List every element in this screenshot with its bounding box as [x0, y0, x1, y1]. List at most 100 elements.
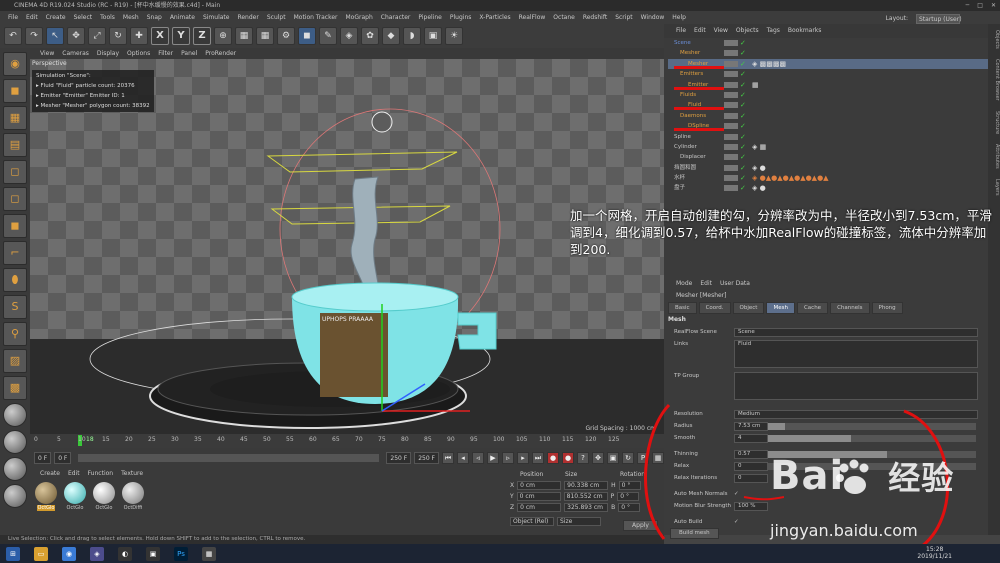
position-x-field[interactable]: 0 cm — [517, 481, 562, 490]
deformer-icon[interactable]: ◆ — [382, 27, 400, 45]
render-view-icon[interactable]: ▦ — [235, 27, 253, 45]
perspective-viewport[interactable]: UPHOPS PRAAAA Perspective Simulation "Sc… — [30, 59, 664, 434]
tp-group-field[interactable] — [734, 372, 978, 400]
position-z-field[interactable]: 0 cm — [517, 503, 562, 512]
object-row[interactable]: Emitters ✓ — [668, 69, 988, 79]
menu-simulate[interactable]: Simulate — [199, 11, 234, 24]
side-tab-layers[interactable]: Layers — [988, 179, 1000, 196]
sphere-icon[interactable] — [3, 403, 27, 427]
env-sphere-icon[interactable] — [3, 484, 27, 508]
size-mode-dropdown[interactable]: Size — [557, 517, 601, 526]
record-icon[interactable]: ● — [547, 452, 559, 464]
menu-mesh[interactable]: Mesh — [119, 11, 143, 24]
material-item[interactable]: OctDiffi — [121, 482, 145, 511]
mat-menu-texture[interactable]: Texture — [121, 470, 143, 477]
menu-file[interactable]: File — [4, 11, 22, 24]
om-menu-tags[interactable]: Tags — [767, 24, 780, 38]
position-y-field[interactable]: 0 cm — [516, 492, 561, 501]
om-menu-bookmarks[interactable]: Bookmarks — [788, 24, 822, 38]
next-key-icon[interactable]: ▸ — [517, 452, 529, 464]
scene-icon[interactable]: ◗ — [403, 27, 421, 45]
material-sphere-icon[interactable] — [3, 430, 27, 454]
play-icon[interactable]: ▶ — [487, 452, 499, 464]
object-row[interactable]: 挡圆和圆 ✓ ◈ ● — [668, 163, 988, 173]
menu-create[interactable]: Create — [42, 11, 70, 24]
cinema4d-icon[interactable]: ◐ — [118, 546, 132, 561]
material-item[interactable]: OctGlo — [92, 482, 116, 511]
start-frame-field[interactable]: 0 F — [34, 452, 52, 464]
mat-menu-create[interactable]: Create — [40, 470, 60, 477]
side-tab-structure[interactable]: Structure — [988, 111, 1000, 134]
texture-mode-icon[interactable]: ▦ — [3, 106, 27, 130]
next-frame-icon[interactable]: ▹ — [502, 452, 514, 464]
size-y-field[interactable]: 810.552 cm — [563, 492, 608, 501]
file-explorer-icon[interactable]: ▭ — [34, 546, 48, 561]
object-row[interactable]: 盘子 ✓ ◈ ● — [668, 183, 988, 193]
menu-plugins[interactable]: Plugins — [446, 11, 476, 24]
vp-menu-view[interactable]: View — [40, 48, 54, 59]
edges-mode-icon[interactable]: ◻ — [3, 187, 27, 211]
z-axis-lock[interactable]: Z — [193, 27, 211, 45]
polygons-mode-icon[interactable]: ◼ — [3, 214, 27, 238]
tab-object[interactable]: Object — [732, 302, 765, 314]
keyframe-selection-icon[interactable]: ? — [577, 452, 589, 464]
cloner-icon[interactable]: ✿ — [361, 27, 379, 45]
tag-icons[interactable]: ◈ ▩▩▩▩ — [752, 59, 786, 69]
browser-icon[interactable]: ◉ — [62, 546, 76, 561]
live-selection-icon[interactable]: ↖ — [46, 27, 64, 45]
coord-mode-dropdown[interactable]: Object (Rel) — [510, 517, 554, 526]
light-icon[interactable]: ☀ — [445, 27, 463, 45]
object-row[interactable]: Mesher ✓ — [668, 48, 988, 58]
y-axis-lock[interactable]: Y — [172, 27, 190, 45]
tag-icons[interactable]: ◈ ●▲●▲●▲●▲●▲●▲ — [752, 173, 829, 183]
realflow-scene-field[interactable]: Scene — [734, 328, 978, 337]
om-menu-view[interactable]: View — [714, 24, 728, 38]
position-key-icon[interactable]: ✥ — [592, 452, 604, 464]
menu-select[interactable]: Select — [70, 11, 97, 24]
end-frame-field[interactable]: 250 F — [386, 452, 412, 464]
tab-channels[interactable]: Channels — [830, 302, 870, 314]
magnet-icon[interactable]: ⚲ — [3, 322, 27, 346]
prev-frame-icon[interactable]: ◃ — [472, 452, 484, 464]
side-tab-content-browser[interactable]: Content Browser — [988, 59, 1000, 101]
side-tab-objects[interactable]: Objects — [988, 30, 1000, 49]
edit-render-settings-icon[interactable]: ⚙ — [277, 27, 295, 45]
make-editable-icon[interactable]: ◉ — [3, 52, 27, 76]
prev-key-icon[interactable]: ◂ — [457, 452, 469, 464]
menu-realflow[interactable]: RealFlow — [515, 11, 550, 24]
tab-basic[interactable]: Basic — [668, 302, 697, 314]
menu-character[interactable]: Character — [377, 11, 415, 24]
object-row[interactable]: Daemons ✓ — [668, 111, 988, 121]
tag-icons[interactable]: ▦ — [752, 80, 759, 90]
render-picture-viewer-icon[interactable]: ▦ — [256, 27, 274, 45]
app-icon[interactable]: ▦ — [202, 546, 216, 561]
object-row[interactable]: Displacer ✓ — [668, 152, 988, 162]
move-icon[interactable]: ✥ — [67, 27, 85, 45]
menu-render[interactable]: Render — [233, 11, 262, 24]
current-frame-field[interactable]: 0 F — [54, 452, 72, 464]
object-row[interactable]: Fluids ✓ — [668, 90, 988, 100]
x-axis-lock[interactable]: X — [151, 27, 169, 45]
size-x-field[interactable]: 90.338 cm — [564, 481, 609, 490]
size-z-field[interactable]: 325.893 cm — [564, 503, 609, 512]
tag-icons[interactable]: ◈ ● — [752, 183, 766, 193]
menu-snap[interactable]: Snap — [143, 11, 166, 24]
material-item[interactable]: OctGlo — [63, 482, 87, 511]
workplane-lock-icon[interactable]: ▨ — [3, 349, 27, 373]
app-icon[interactable]: ▣ — [146, 546, 160, 561]
go-to-end-icon[interactable]: ⏭ — [532, 452, 544, 464]
menu-motion-tracker[interactable]: Motion Tracker — [290, 11, 342, 24]
system-clock[interactable]: 15:28 2019/11/21 — [917, 546, 952, 560]
scale-key-icon[interactable]: ▣ — [607, 452, 619, 464]
om-menu-file[interactable]: File — [676, 24, 686, 38]
redo-icon[interactable]: ↷ — [25, 27, 43, 45]
frame-range-slider[interactable] — [78, 454, 380, 462]
menu-mograph[interactable]: MoGraph — [342, 11, 377, 24]
menu-window[interactable]: Window — [637, 11, 669, 24]
menu-script[interactable]: Script — [611, 11, 636, 24]
menu-x-particles[interactable]: X-Particles — [475, 11, 514, 24]
tweak-mode-icon[interactable]: ⬮ — [3, 268, 27, 292]
menu-tools[interactable]: Tools — [96, 11, 119, 24]
workplane-icon[interactable]: ▤ — [3, 133, 27, 157]
axis-mode-icon[interactable]: ⌐ — [3, 241, 27, 265]
